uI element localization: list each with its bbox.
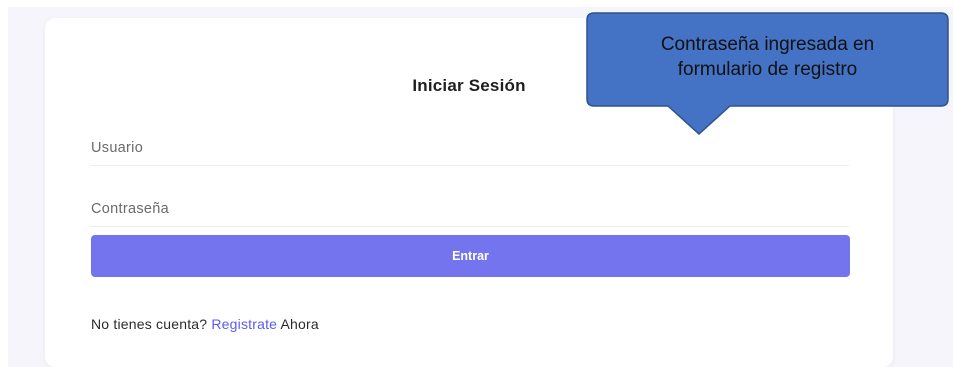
callout-text: Contraseña ingresada en formulario de re… xyxy=(660,34,875,80)
signup-prompt: No tienes cuenta? Registrate Ahora xyxy=(91,316,319,332)
register-link[interactable]: Registrate xyxy=(211,316,277,332)
password-input[interactable] xyxy=(91,192,849,227)
signup-prefix-text: No tienes cuenta? xyxy=(91,316,212,332)
login-button[interactable]: Entrar xyxy=(91,235,850,277)
signup-suffix-text: Ahora xyxy=(277,316,319,332)
annotation-callout: Contraseña ingresada en formulario de re… xyxy=(586,12,949,137)
